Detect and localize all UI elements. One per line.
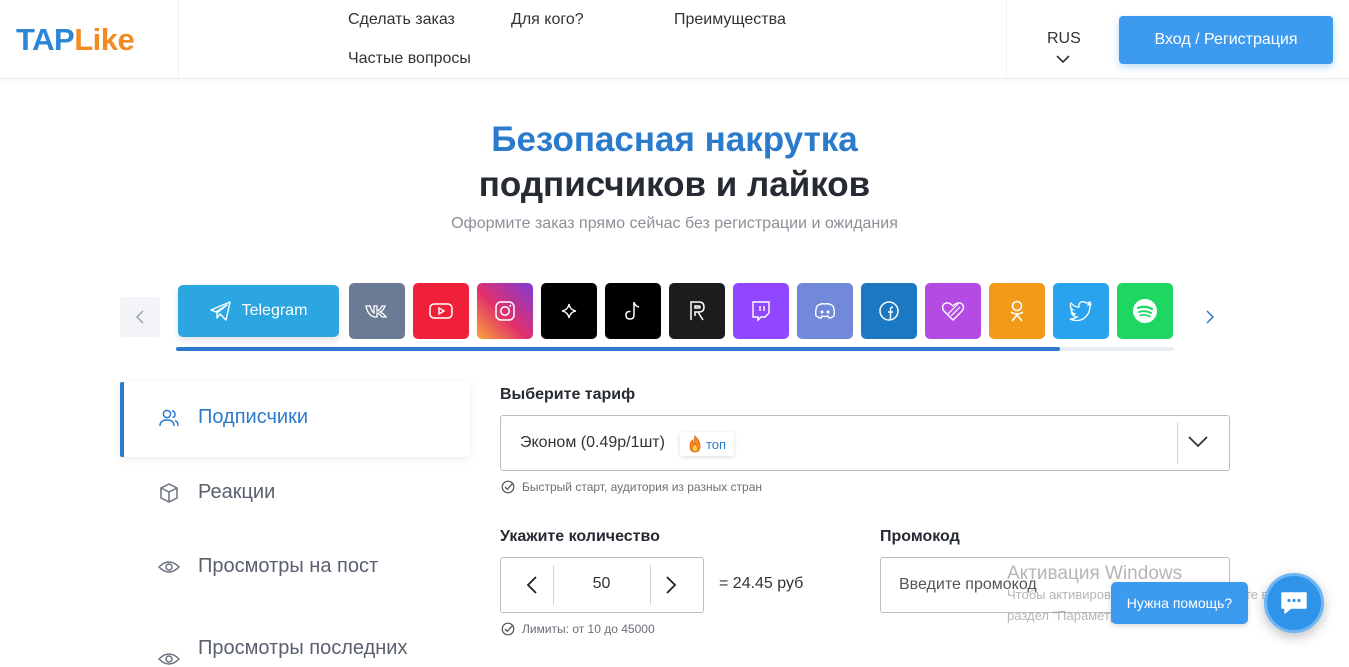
logo-like: Like — [74, 22, 135, 57]
platforms-next-button[interactable] — [1192, 297, 1228, 337]
quantity-value[interactable]: 50 — [553, 575, 650, 593]
platform-instagram-tab[interactable] — [477, 283, 533, 339]
chevron-right-icon — [666, 576, 677, 594]
twitch-icon — [752, 301, 770, 322]
check-circle-icon — [501, 622, 515, 636]
nav-faq[interactable]: Частые вопросы — [348, 50, 471, 68]
platform-telegram-tab[interactable]: Telegram — [178, 285, 339, 337]
twitter-icon — [1069, 301, 1092, 321]
rutube-icon — [690, 301, 705, 321]
platform-facebook-tab[interactable] — [861, 283, 917, 339]
platform-odnoklassniki-tab[interactable] — [989, 283, 1045, 339]
tiktok-icon — [625, 301, 640, 320]
tariff-hint: Быстрый старт, аудитория из разных стран — [501, 480, 762, 494]
discord-icon — [814, 303, 836, 319]
login-register-button[interactable]: Вход / Регистрация — [1119, 16, 1333, 64]
header-divider — [1006, 0, 1007, 79]
sidebar-item-subscribers[interactable]: Подписчики — [158, 406, 308, 429]
chat-icon — [1281, 592, 1307, 614]
check-circle-icon — [501, 480, 515, 494]
tariff-label: Выберите тариф — [500, 386, 636, 403]
cube-icon — [160, 482, 178, 503]
eye-icon — [158, 560, 180, 573]
nav-for-whom[interactable]: Для кого? — [511, 11, 584, 29]
top-badge-label: топ — [706, 436, 727, 452]
hero-title-line1: Безопасная накрутка — [491, 120, 858, 159]
instagram-icon — [495, 301, 515, 321]
language-selector[interactable]: RUS — [1047, 30, 1081, 48]
telegram-icon — [209, 301, 231, 321]
chat-button[interactable] — [1264, 573, 1324, 633]
facebook-icon — [879, 301, 899, 321]
platform-telegram-label: Telegram — [241, 302, 308, 319]
platform-rutube-tab[interactable] — [669, 283, 725, 339]
threads-sparkle-icon — [561, 303, 577, 319]
quantity-hint-text: Лимиты: от 10 до 45000 — [522, 622, 655, 636]
quantity-increase-button[interactable] — [651, 565, 691, 605]
help-tooltip[interactable]: Нужна помощь? — [1111, 582, 1248, 624]
fire-icon — [689, 435, 701, 453]
header-divider — [178, 0, 179, 79]
sidebar-item-last-views[interactable]: Просмотры последних — [158, 629, 407, 667]
odnoklassniki-icon — [1010, 300, 1024, 322]
platform-tiktok-tab[interactable] — [605, 283, 661, 339]
site-header: TAPLike Сделать заказ Для кого? Преимуще… — [0, 0, 1349, 79]
select-divider — [1177, 422, 1178, 464]
chevron-down-icon[interactable] — [1056, 54, 1070, 64]
platform-threads-tab[interactable] — [541, 283, 597, 339]
platform-twitch-tab[interactable] — [733, 283, 789, 339]
chevron-right-icon — [1206, 310, 1215, 324]
users-icon — [159, 409, 179, 426]
tariff-selected-value[interactable]: Эконом (0.49р/1шт) — [520, 434, 665, 452]
sidebar-item-label: Просмотры последних — [198, 636, 408, 659]
vk-icon — [365, 305, 388, 318]
sidebar-item-post-views[interactable]: Просмотры на пост — [158, 555, 378, 578]
quantity-hint: Лимиты: от 10 до 45000 — [501, 622, 655, 636]
platform-vk-tab[interactable] — [349, 283, 405, 339]
chevron-left-icon — [135, 310, 144, 324]
chevron-left-icon — [526, 576, 537, 594]
eye-icon — [158, 653, 180, 665]
sidebar-item-label: Подписчики — [198, 406, 309, 428]
logo-tap: TAP — [16, 22, 75, 57]
nav-advantages[interactable]: Преимущества — [674, 11, 786, 29]
chevron-down-icon[interactable] — [1187, 435, 1209, 449]
platform-twitter-tab[interactable] — [1053, 283, 1109, 339]
likee-icon — [941, 302, 965, 321]
tariff-hint-text: Быстрый старт, аудитория из разных стран — [522, 480, 763, 494]
spotify-icon — [1133, 299, 1157, 323]
sidebar-item-reactions[interactable]: Реакции — [158, 481, 275, 504]
hero-title-line2: подписчиков и лайков — [478, 165, 871, 204]
nav-order[interactable]: Сделать заказ — [348, 11, 455, 29]
top-badge: топ — [680, 432, 735, 456]
platform-spotify-tab[interactable] — [1117, 283, 1173, 339]
sidebar-item-label: Просмотры на пост — [198, 555, 379, 577]
quantity-total-price: = 24.45 руб — [719, 575, 804, 592]
youtube-icon — [429, 303, 453, 319]
quantity-label: Укажите количество — [500, 528, 660, 545]
hero-subtitle: Оформите заказ прямо сейчас без регистра… — [451, 215, 898, 232]
promo-label: Промокод — [880, 528, 960, 545]
platform-likee-tab[interactable] — [925, 283, 981, 339]
platform-youtube-tab[interactable] — [413, 283, 469, 339]
platforms-scrollbar-thumb[interactable] — [176, 347, 1060, 351]
sidebar-item-label: Реакции — [198, 481, 276, 503]
platforms-prev-button[interactable] — [120, 297, 160, 337]
platform-discord-tab[interactable] — [797, 283, 853, 339]
logo[interactable]: TAPLike — [16, 22, 135, 58]
quantity-decrease-button[interactable] — [512, 565, 552, 605]
